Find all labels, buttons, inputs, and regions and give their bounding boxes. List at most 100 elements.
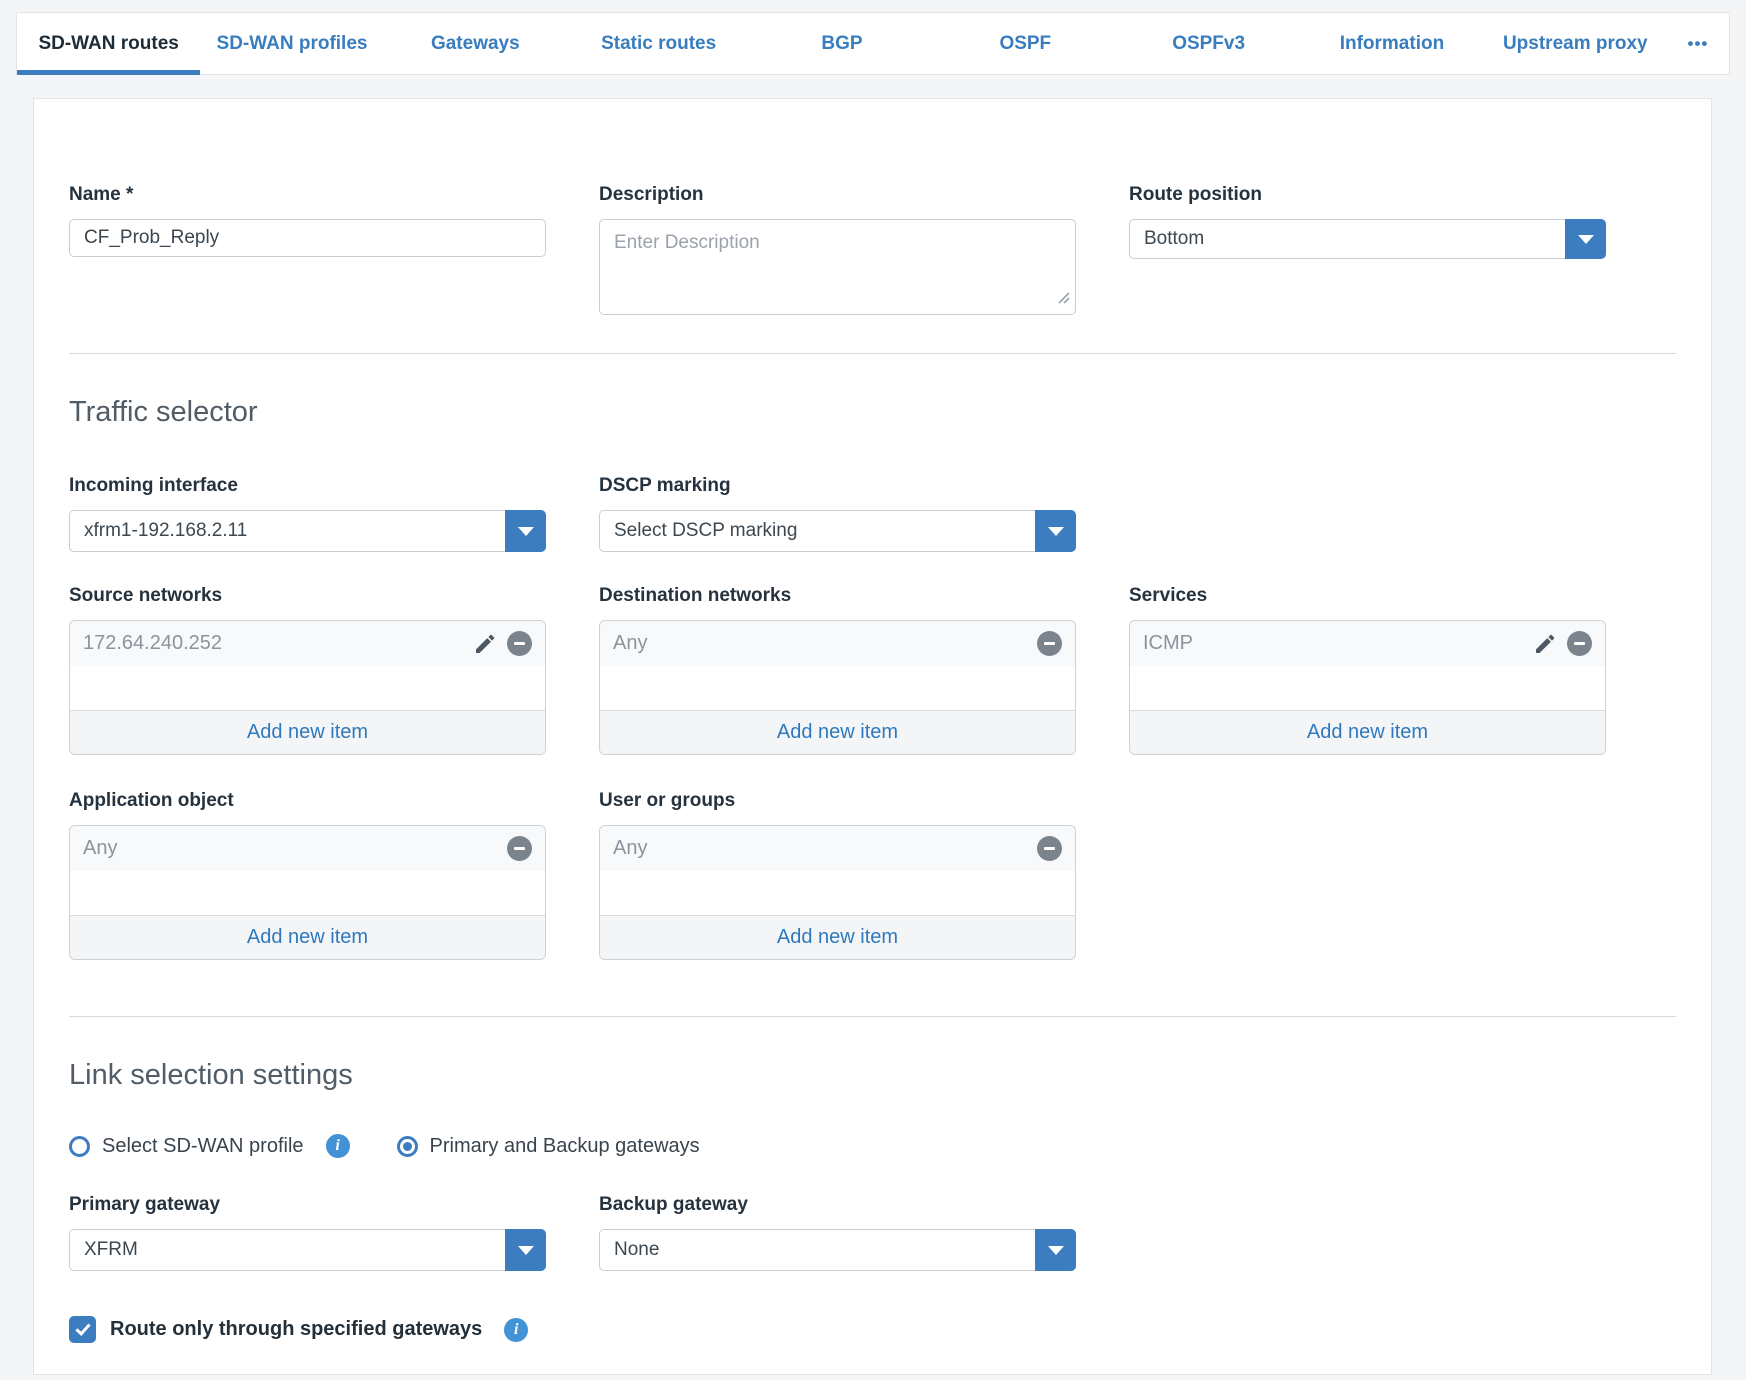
- list-item-text: Any: [83, 837, 117, 860]
- primary-gateway-select[interactable]: XFRM: [69, 1229, 546, 1271]
- list-empty-area: [70, 871, 545, 915]
- info-icon[interactable]: i: [504, 1318, 528, 1342]
- list-item-text: 172.64.240.252: [83, 632, 222, 655]
- add-new-item-button[interactable]: Add new item: [600, 915, 1075, 959]
- tab-information[interactable]: Information: [1300, 13, 1483, 74]
- list-item: 172.64.240.252: [70, 621, 545, 666]
- remove-minus-icon[interactable]: [1037, 631, 1062, 656]
- list-item: Any: [600, 621, 1075, 666]
- application-object-list: Any Add new item: [69, 825, 546, 960]
- edit-pencil-icon[interactable]: [473, 632, 497, 656]
- radio-label: Primary and Backup gateways: [430, 1135, 700, 1158]
- dscp-marking-select[interactable]: Select DSCP marking: [599, 510, 1076, 552]
- route-position-value: Bottom: [1129, 219, 1565, 259]
- tab-upstream-proxy[interactable]: Upstream proxy: [1484, 13, 1667, 74]
- list-empty-area: [70, 666, 545, 710]
- name-input[interactable]: [69, 219, 546, 257]
- description-textarea[interactable]: [599, 219, 1076, 315]
- chevron-down-icon: [518, 527, 534, 536]
- user-or-groups-list: Any Add new item: [599, 825, 1076, 960]
- section-divider: [69, 353, 1676, 354]
- list-empty-area: [600, 666, 1075, 710]
- route-position-field-group: Route position Bottom: [1129, 184, 1606, 259]
- dscp-marking-dropdown-button[interactable]: [1035, 510, 1076, 552]
- services-label: Services: [1129, 585, 1606, 607]
- radio-select-sdwan-profile[interactable]: Select SD-WAN profile: [69, 1135, 304, 1158]
- route-position-label: Route position: [1129, 184, 1606, 206]
- name-field-group: Name *: [69, 184, 546, 257]
- link-selection-title: Link selection settings: [69, 1059, 1676, 1092]
- chevron-down-icon: [1048, 527, 1064, 536]
- list-item: ICMP: [1130, 621, 1605, 666]
- application-object-field-group: Application object Any Add new item: [69, 790, 546, 960]
- add-new-item-button[interactable]: Add new item: [70, 710, 545, 754]
- destination-networks-list: Any Add new item: [599, 620, 1076, 755]
- resize-handle-icon[interactable]: [1056, 290, 1070, 309]
- list-empty-area: [1130, 666, 1605, 710]
- services-list: ICMP Add new item: [1129, 620, 1606, 755]
- edit-pencil-icon[interactable]: [1533, 632, 1557, 656]
- list-item: Any: [70, 826, 545, 871]
- radio-checked-icon: [397, 1136, 418, 1157]
- radio-label: Select SD-WAN profile: [102, 1135, 304, 1158]
- destination-networks-label: Destination networks: [599, 585, 1076, 607]
- section-divider: [69, 1016, 1676, 1017]
- radio-primary-backup-gateways[interactable]: Primary and Backup gateways: [397, 1135, 700, 1158]
- user-or-groups-label: User or groups: [599, 790, 1076, 812]
- add-new-item-button[interactable]: Add new item: [70, 915, 545, 959]
- source-networks-field-group: Source networks 172.64.240.252 Add new i…: [69, 585, 546, 755]
- traffic-selector-title: Traffic selector: [69, 396, 1676, 429]
- list-item-text: Any: [613, 632, 647, 655]
- backup-gateway-select[interactable]: None: [599, 1229, 1076, 1271]
- primary-gateway-field-group: Primary gateway XFRM: [69, 1194, 546, 1271]
- chevron-down-icon: [1048, 1246, 1064, 1255]
- remove-minus-icon[interactable]: [507, 836, 532, 861]
- chevron-down-icon: [518, 1246, 534, 1255]
- tab-sdwan-routes[interactable]: SD-WAN routes: [17, 13, 200, 74]
- list-item-text: Any: [613, 837, 647, 860]
- name-label: Name *: [69, 184, 546, 206]
- dscp-marking-value: Select DSCP marking: [599, 510, 1035, 552]
- application-object-label: Application object: [69, 790, 546, 812]
- backup-gateway-label: Backup gateway: [599, 1194, 1076, 1216]
- incoming-interface-select[interactable]: xfrm1-192.168.2.11: [69, 510, 546, 552]
- remove-minus-icon[interactable]: [1567, 631, 1592, 656]
- add-new-item-button[interactable]: Add new item: [1130, 710, 1605, 754]
- remove-minus-icon[interactable]: [1037, 836, 1062, 861]
- incoming-interface-dropdown-button[interactable]: [505, 510, 546, 552]
- remove-minus-icon[interactable]: [507, 631, 532, 656]
- destination-networks-field-group: Destination networks Any Add new item: [599, 585, 1076, 755]
- tab-gateways[interactable]: Gateways: [384, 13, 567, 74]
- backup-gateway-field-group: Backup gateway None: [599, 1194, 1076, 1271]
- dscp-marking-field-group: DSCP marking Select DSCP marking: [599, 475, 1076, 552]
- tab-static-routes[interactable]: Static routes: [567, 13, 750, 74]
- more-tabs-icon[interactable]: •••: [1667, 13, 1729, 74]
- tab-ospfv3[interactable]: OSPFv3: [1117, 13, 1300, 74]
- add-new-item-button[interactable]: Add new item: [600, 710, 1075, 754]
- list-item-text: ICMP: [1143, 632, 1193, 655]
- backup-gateway-dropdown-button[interactable]: [1035, 1229, 1076, 1271]
- tab-bar: SD-WAN routes SD-WAN profiles Gateways S…: [16, 12, 1730, 75]
- description-field-group: Description: [599, 184, 1076, 315]
- route-only-checkbox[interactable]: [69, 1316, 96, 1343]
- tab-ospf[interactable]: OSPF: [934, 13, 1117, 74]
- primary-gateway-label: Primary gateway: [69, 1194, 546, 1216]
- route-position-dropdown-button[interactable]: [1565, 219, 1606, 259]
- route-only-checkbox-label: Route only through specified gateways: [110, 1318, 482, 1341]
- info-icon[interactable]: i: [326, 1134, 350, 1158]
- tab-bgp[interactable]: BGP: [750, 13, 933, 74]
- sdwan-route-form: Name * Description Route position Bottom: [33, 98, 1712, 1375]
- route-position-select[interactable]: Bottom: [1129, 219, 1606, 259]
- incoming-interface-value: xfrm1-192.168.2.11: [69, 510, 505, 552]
- source-networks-list: 172.64.240.252 Add new item: [69, 620, 546, 755]
- list-empty-area: [600, 871, 1075, 915]
- source-networks-label: Source networks: [69, 585, 546, 607]
- radio-unchecked-icon: [69, 1136, 90, 1157]
- primary-gateway-dropdown-button[interactable]: [505, 1229, 546, 1271]
- checkmark-icon: [75, 1320, 90, 1336]
- incoming-interface-field-group: Incoming interface xfrm1-192.168.2.11: [69, 475, 546, 552]
- services-field-group: Services ICMP Add new item: [1129, 585, 1606, 755]
- tab-sdwan-profiles[interactable]: SD-WAN profiles: [200, 13, 383, 74]
- primary-gateway-value: XFRM: [69, 1229, 505, 1271]
- list-item: Any: [600, 826, 1075, 871]
